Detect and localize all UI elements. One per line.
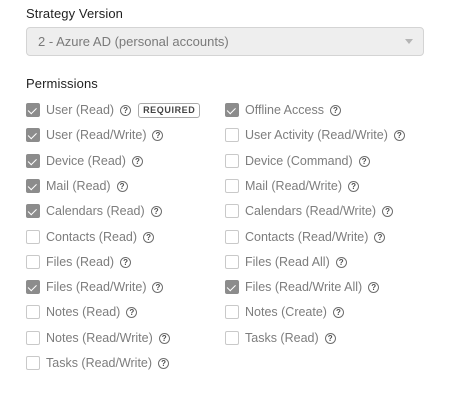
permission-label: Offline Access xyxy=(245,103,324,117)
permission-label: User Activity (Read/Write) xyxy=(245,128,388,142)
permission-label: Mail (Read) xyxy=(46,179,111,193)
permission-item[interactable]: Notes (Create)? xyxy=(225,304,344,320)
permission-item[interactable]: Contacts (Read/Write)? xyxy=(225,229,386,245)
permission-label: Device (Command) xyxy=(245,154,353,168)
question-circle-icon[interactable]: ? xyxy=(358,155,370,167)
strategy-version-value: 2 - Azure AD (personal accounts) xyxy=(38,34,229,49)
question-circle-icon[interactable]: ? xyxy=(120,256,132,268)
permission-checkbox[interactable] xyxy=(26,305,40,319)
permission-label: Notes (Read/Write) xyxy=(46,331,153,345)
permission-label: Calendars (Read/Write) xyxy=(245,204,377,218)
permission-checkbox[interactable] xyxy=(225,179,239,193)
checkmark-icon xyxy=(27,180,37,190)
permission-label: Files (Read All) xyxy=(245,255,330,269)
question-circle-icon[interactable]: ? xyxy=(126,306,138,318)
checkmark-icon xyxy=(226,281,236,291)
permission-checkbox[interactable] xyxy=(26,230,40,244)
question-circle-icon[interactable]: ? xyxy=(382,205,394,217)
permission-item[interactable]: Tasks (Read)? xyxy=(225,330,336,346)
permission-label: Calendars (Read) xyxy=(46,204,145,218)
question-circle-icon[interactable]: ? xyxy=(324,332,336,344)
permission-label: Contacts (Read) xyxy=(46,230,138,244)
permission-item[interactable]: User (Read)? REQUIRED xyxy=(26,102,201,118)
permission-checkbox[interactable] xyxy=(225,204,239,218)
permission-label: Files (Read) xyxy=(46,255,115,269)
permission-checkbox[interactable] xyxy=(225,128,239,142)
permission-checkbox[interactable] xyxy=(26,154,40,168)
required-badge: REQUIRED xyxy=(138,102,201,118)
permission-label: Notes (Read) xyxy=(46,305,121,319)
caret-down-icon xyxy=(405,39,413,44)
permission-item[interactable]: Files (Read/Write All)? xyxy=(225,279,380,295)
checkmark-icon xyxy=(27,155,37,165)
permission-label: Tasks (Read) xyxy=(245,331,319,345)
permission-checkbox[interactable] xyxy=(26,103,40,117)
question-circle-icon[interactable]: ? xyxy=(152,281,164,293)
permission-checkbox[interactable] xyxy=(26,280,40,294)
permission-label: Tasks (Read/Write) xyxy=(46,356,153,370)
permission-label: Mail (Read/Write) xyxy=(245,179,343,193)
permission-item[interactable]: Mail (Read/Write)? xyxy=(225,178,360,194)
checkmark-icon xyxy=(226,104,236,114)
permission-item[interactable]: Tasks (Read/Write)? xyxy=(26,355,170,371)
permission-item[interactable]: Mail (Read)? xyxy=(26,178,128,194)
question-circle-icon[interactable]: ? xyxy=(150,205,162,217)
question-circle-icon[interactable]: ? xyxy=(158,332,170,344)
permission-checkbox[interactable] xyxy=(26,331,40,345)
permission-item[interactable]: Files (Read All)? xyxy=(225,254,347,270)
permission-checkbox[interactable] xyxy=(26,255,40,269)
permission-checkbox[interactable] xyxy=(26,128,40,142)
checkmark-icon xyxy=(27,129,37,139)
question-circle-icon[interactable]: ? xyxy=(374,231,386,243)
permission-label: Device (Read) xyxy=(46,154,126,168)
permission-checkbox[interactable] xyxy=(225,331,239,345)
strategy-version-select[interactable]: 2 - Azure AD (personal accounts) xyxy=(26,27,424,56)
permission-checkbox[interactable] xyxy=(225,103,239,117)
permission-item[interactable]: Offline Access? xyxy=(225,102,341,118)
permission-label: Files (Read/Write All) xyxy=(245,280,363,294)
permission-item[interactable]: Device (Read)? xyxy=(26,153,143,169)
permission-item[interactable]: User (Read/Write)? xyxy=(26,127,164,143)
question-circle-icon[interactable]: ? xyxy=(116,180,128,192)
permission-checkbox[interactable] xyxy=(225,280,239,294)
question-circle-icon[interactable]: ? xyxy=(152,129,164,141)
permission-checkbox[interactable] xyxy=(225,230,239,244)
checkmark-icon xyxy=(27,205,37,215)
permission-label: User (Read) xyxy=(46,103,115,117)
question-circle-icon[interactable]: ? xyxy=(335,256,347,268)
permission-checkbox[interactable] xyxy=(225,154,239,168)
permission-checkbox[interactable] xyxy=(225,305,239,319)
permission-checkbox[interactable] xyxy=(26,204,40,218)
permission-item[interactable]: Calendars (Read/Write)? xyxy=(225,203,394,219)
permission-label: User (Read/Write) xyxy=(46,128,147,142)
permission-item[interactable]: Files (Read)? xyxy=(26,254,132,270)
permissions-panel: Strategy Version 2 - Azure AD (personal … xyxy=(0,0,474,400)
question-circle-icon[interactable]: ? xyxy=(329,104,341,116)
permission-item[interactable]: Files (Read/Write)? xyxy=(26,279,164,295)
question-circle-icon[interactable]: ? xyxy=(131,155,143,167)
permission-item[interactable]: Notes (Read/Write)? xyxy=(26,330,170,346)
strategy-version-heading: Strategy Version xyxy=(26,6,123,21)
checkmark-icon xyxy=(27,104,37,114)
question-circle-icon[interactable]: ? xyxy=(368,281,380,293)
question-circle-icon[interactable]: ? xyxy=(393,129,405,141)
permissions-heading: Permissions xyxy=(26,76,98,91)
permission-item[interactable]: User Activity (Read/Write)? xyxy=(225,127,405,143)
question-circle-icon[interactable]: ? xyxy=(332,306,344,318)
permission-item[interactable]: Notes (Read)? xyxy=(26,304,138,320)
question-circle-icon[interactable]: ? xyxy=(120,104,132,116)
permission-item[interactable]: Contacts (Read)? xyxy=(26,229,155,245)
question-circle-icon[interactable]: ? xyxy=(158,357,170,369)
permission-label: Files (Read/Write) xyxy=(46,280,147,294)
permission-item[interactable]: Calendars (Read)? xyxy=(26,203,162,219)
permission-checkbox[interactable] xyxy=(225,255,239,269)
permission-item[interactable]: Device (Command)? xyxy=(225,153,370,169)
permission-checkbox[interactable] xyxy=(26,356,40,370)
question-circle-icon[interactable]: ? xyxy=(143,231,155,243)
permission-label: Contacts (Read/Write) xyxy=(245,230,369,244)
permission-label: Notes (Create) xyxy=(245,305,327,319)
question-circle-icon[interactable]: ? xyxy=(348,180,360,192)
checkmark-icon xyxy=(27,281,37,291)
permission-checkbox[interactable] xyxy=(26,179,40,193)
